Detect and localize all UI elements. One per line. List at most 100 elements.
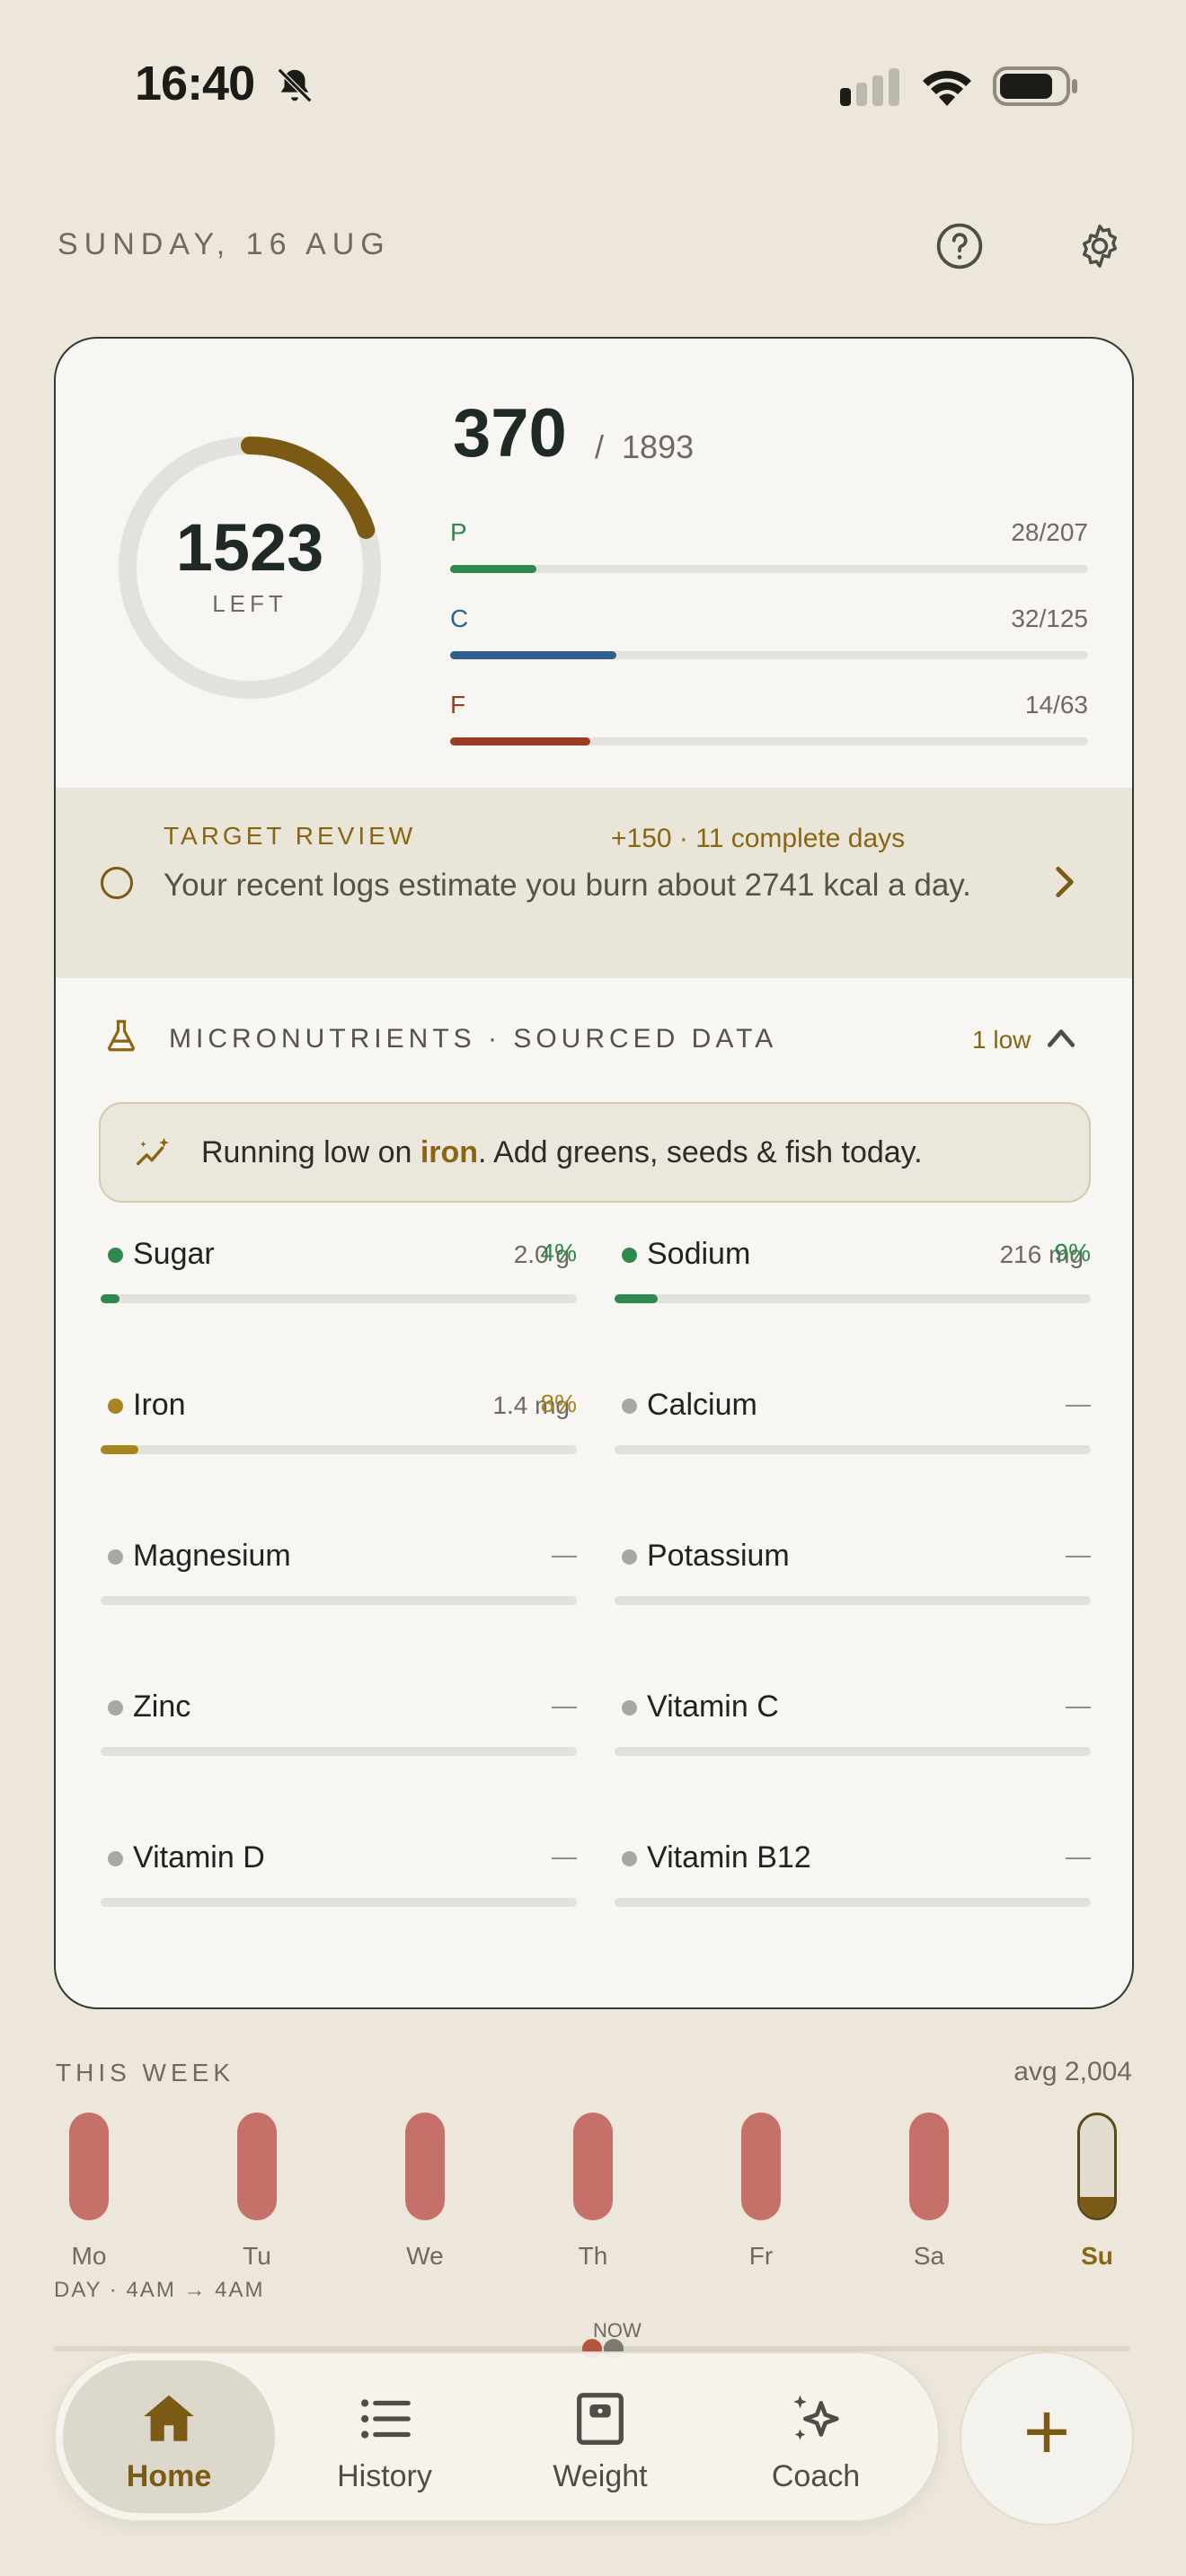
calories-left-label: LEFT	[212, 590, 288, 617]
nutrient-name-magnesium: Magnesium	[133, 1539, 291, 1573]
calories-eaten: 370	[453, 395, 567, 472]
macro-protein-track	[450, 565, 1088, 573]
nutrient-empty-potassium: —	[1066, 1540, 1091, 1568]
nutrient-percent-iron: 8%	[540, 1389, 577, 1417]
nutrient-track-calcium	[615, 1445, 1091, 1454]
nutrient-fill-sodium	[615, 1294, 658, 1303]
target-review-badge: +150 · 11 complete days	[611, 824, 906, 853]
day-label-th: Th	[578, 2242, 608, 2270]
day-bar-tu[interactable]	[237, 2113, 277, 2220]
trend-sparkle-icon	[137, 1137, 169, 1166]
macro-carbs-fill	[450, 651, 616, 659]
day-bar-mo[interactable]	[69, 2113, 109, 2220]
macro-protein-label: P	[450, 518, 467, 546]
scale-icon	[577, 2393, 624, 2445]
nutrient-empty-vitamin-c: —	[1066, 1691, 1091, 1719]
macro-fat-value: 14/63	[1024, 691, 1088, 719]
hint-suffix: . Add greens, seeds & fish today.	[478, 1135, 923, 1169]
week-average: avg 2,004	[1013, 2057, 1132, 2086]
macro-carbs-track	[450, 651, 1088, 659]
macro-fat-fill	[450, 737, 590, 745]
nutrient-track-iron	[101, 1445, 577, 1454]
nutrient-track-sugar	[101, 1294, 577, 1303]
target-value: 1893	[622, 428, 695, 465]
nutrient-track-magnesium	[101, 1596, 577, 1605]
day-bar-fill	[1080, 2197, 1114, 2218]
hint-prefix: Running low on	[201, 1135, 420, 1169]
nav-home[interactable]: Home	[63, 2360, 275, 2513]
nutrient-name-vitamin-b12: Vitamin B12	[647, 1840, 811, 1875]
day-bar-sa[interactable]	[909, 2113, 949, 2220]
bell-muted-icon	[277, 67, 313, 103]
nav-history-label: History	[337, 2459, 432, 2493]
nav-coach[interactable]: Coach	[710, 2360, 922, 2513]
plus-icon: +	[1022, 2387, 1071, 2477]
nav-history[interactable]: History	[279, 2360, 491, 2513]
day-bar-we[interactable]	[405, 2113, 445, 2220]
date-label: SUNDAY, 16 AUG	[58, 227, 391, 261]
nutrient-name-iron: Iron	[133, 1388, 186, 1422]
review-status-circle-icon	[101, 867, 133, 899]
day-bar-su[interactable]	[1077, 2113, 1117, 2220]
nav-coach-label: Coach	[771, 2459, 861, 2493]
nutrient-track-zinc	[101, 1747, 577, 1756]
nutrient-track-vitamin-b12	[615, 1898, 1091, 1907]
wifi-icon	[923, 70, 971, 106]
chevron-up-icon[interactable]	[1046, 1026, 1076, 1049]
signal-icon	[840, 68, 899, 106]
status-time: 16:40	[135, 57, 255, 110]
battery-icon	[993, 66, 1077, 106]
list-icon	[361, 2399, 411, 2439]
nutrient-percent-sugar: 4%	[540, 1239, 577, 1266]
nutrient-status-dot	[622, 1398, 637, 1414]
nav-weight-label: Weight	[553, 2459, 648, 2493]
day-label-mo: Mo	[71, 2242, 107, 2270]
nutrient-status-dot	[108, 1398, 123, 1414]
day-bar-th[interactable]	[573, 2113, 613, 2220]
hint-nutrient: iron	[420, 1135, 479, 1169]
macro-protein-fill	[450, 565, 536, 573]
nutrient-status-dot	[622, 1700, 637, 1716]
day-range-label: DAY · 4AM → 4AM	[54, 2278, 265, 2302]
nutrient-track-vitamin-c	[615, 1747, 1091, 1756]
nav-home-label: Home	[126, 2459, 212, 2493]
target-review-text: Your recent logs estimate you burn about…	[164, 868, 971, 903]
gear-icon[interactable]	[1075, 221, 1125, 271]
nutrient-status-dot	[622, 1851, 637, 1866]
nutrient-empty-vitamin-d: —	[552, 1842, 577, 1870]
week-title: THIS WEEK	[56, 2059, 235, 2086]
day-label-fr: Fr	[748, 2242, 774, 2270]
day-bar-fr[interactable]	[741, 2113, 781, 2220]
hint-text: Running low on iron. Add greens, seeds &…	[201, 1135, 923, 1170]
day-label-tu: Tu	[243, 2242, 271, 2270]
nutrient-percent-sodium: 9%	[1054, 1239, 1091, 1266]
nutrient-track-potassium	[615, 1596, 1091, 1605]
nutrient-track-sodium	[615, 1294, 1091, 1303]
daily-summary-card: 1523 LEFT 370 / 1893 P 28/207 C 32/125 F…	[54, 337, 1134, 2009]
nutrient-empty-zinc: —	[552, 1691, 577, 1719]
chevron-right-icon	[1056, 867, 1074, 897]
macro-fat-label: F	[450, 691, 466, 719]
sparkle-icon	[793, 2395, 839, 2440]
nutrient-status-dot	[108, 1700, 123, 1716]
nutrient-status-dot	[622, 1248, 637, 1263]
nutrient-status-dot	[108, 1549, 123, 1565]
nav-weight[interactable]: Weight	[494, 2360, 706, 2513]
help-icon[interactable]	[934, 221, 985, 271]
macro-protein-value: 28/207	[1011, 518, 1088, 546]
day-label-su: Su	[1081, 2242, 1113, 2270]
nutrient-name-sugar: Sugar	[133, 1237, 215, 1271]
target-review-banner[interactable]: TARGET REVIEW +150 · 11 complete days Yo…	[56, 788, 1132, 978]
target-review-title: TARGET REVIEW	[164, 822, 417, 850]
nutrient-name-vitamin-d: Vitamin D	[133, 1840, 265, 1875]
macro-fat-track	[450, 737, 1088, 745]
nutrient-empty-vitamin-b12: —	[1066, 1842, 1091, 1870]
macro-carbs-value: 32/125	[1011, 604, 1088, 632]
bottom-nav: Home History Weight Coach	[54, 2351, 940, 2522]
day-label-sa: Sa	[913, 2242, 945, 2270]
micronutrients-low-count[interactable]: 1 low	[972, 1026, 1031, 1054]
nutrient-name-calcium: Calcium	[647, 1388, 757, 1422]
separator: /	[595, 428, 605, 465]
nutrient-name-vitamin-c: Vitamin C	[647, 1689, 779, 1724]
add-entry-button[interactable]: +	[960, 2351, 1134, 2526]
